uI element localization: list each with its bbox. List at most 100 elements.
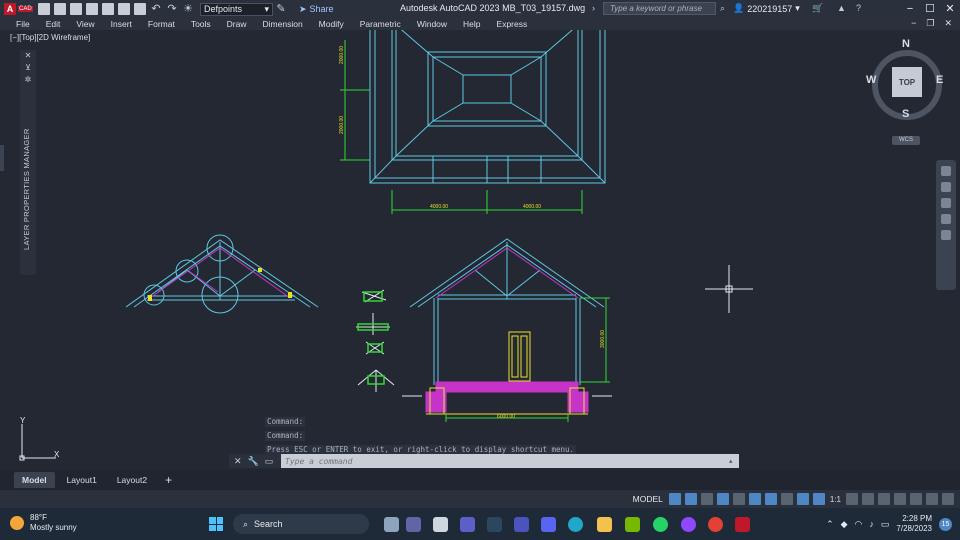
tab-model[interactable]: Model <box>14 472 55 488</box>
open-web-icon[interactable] <box>102 3 114 15</box>
binoculars-search-icon[interactable]: ⌕ <box>720 3 725 14</box>
close-icon[interactable]: ✕ <box>234 456 242 467</box>
drawing-viewport[interactable]: 2000.00 2000.00 4000.00 4000.00 3000.00 … <box>0 30 960 470</box>
command-input[interactable] <box>281 455 729 467</box>
volume-icon[interactable]: ♪ <box>869 519 874 529</box>
app-icon[interactable] <box>433 517 448 532</box>
application-menu-button[interactable]: A CAD <box>0 0 36 18</box>
menu-edit[interactable]: Edit <box>36 19 67 29</box>
steam-icon[interactable] <box>487 517 502 532</box>
save-icon[interactable] <box>70 3 82 15</box>
close-icon[interactable]: ✕ <box>20 50 36 62</box>
weather-widget[interactable]: 88°F Mostly sunny <box>10 513 77 533</box>
fullscreen-icon[interactable] <box>926 493 938 505</box>
drawing-canvas[interactable]: 2000.00 2000.00 4000.00 4000.00 3000.00 … <box>0 30 960 470</box>
whatsapp-icon[interactable] <box>653 517 668 532</box>
properties-icon[interactable]: ✲ <box>20 74 36 86</box>
clock[interactable]: 2:28 PM 7/28/2023 <box>896 514 932 534</box>
quick-properties-icon[interactable] <box>894 493 906 505</box>
auto-scale-icon[interactable] <box>812 493 825 505</box>
isolate-objects-icon[interactable] <box>910 493 922 505</box>
exchange-icon[interactable]: ▲ <box>837 3 846 13</box>
lineweight-icon[interactable] <box>780 493 793 505</box>
workspace-gear-icon[interactable] <box>846 493 858 505</box>
notification-badge[interactable]: 15 <box>939 517 952 531</box>
cart-icon[interactable]: 🛒 <box>812 3 823 14</box>
orbit-icon[interactable] <box>941 214 951 224</box>
taskbar-search[interactable]: ⌕ Search <box>233 514 369 534</box>
wcs-menu[interactable]: WCS <box>892 136 920 145</box>
model-space-toggle[interactable]: MODEL <box>633 494 663 504</box>
doc-minimize-icon[interactable]: − <box>911 18 916 29</box>
menu-modify[interactable]: Modify <box>309 19 350 29</box>
recent-commands-icon[interactable]: ▭ <box>265 456 274 467</box>
viewcube-top-face[interactable]: TOP <box>892 67 922 97</box>
autocad-icon[interactable] <box>735 517 750 532</box>
menu-insert[interactable]: Insert <box>101 19 138 29</box>
menu-window[interactable]: Window <box>407 19 453 29</box>
doc-restore-icon[interactable]: ❐ <box>926 18 934 29</box>
ortho-icon[interactable] <box>700 493 713 505</box>
share-button[interactable]: ➤ Share <box>299 4 334 15</box>
close-icon[interactable]: ✕ <box>940 0 960 18</box>
discord-icon[interactable] <box>541 517 556 532</box>
visual-studio-icon[interactable] <box>460 517 475 532</box>
teams-icon[interactable] <box>514 517 529 532</box>
steering-wheel-icon[interactable] <box>941 166 951 176</box>
viewport-controls-label[interactable]: [−][Top][2D Wireframe] <box>10 33 90 42</box>
wifi-icon[interactable]: ◠ <box>855 519 863 530</box>
annotation-scale[interactable]: 1:1 <box>830 495 841 504</box>
tab-layout1[interactable]: Layout1 <box>59 472 105 488</box>
layer-dropdown[interactable]: Defpoints ▾ <box>200 2 273 16</box>
match-properties-icon[interactable]: ✎ <box>275 3 287 15</box>
units-icon[interactable] <box>878 493 890 505</box>
save-web-icon[interactable] <box>118 3 130 15</box>
zoom-extents-icon[interactable] <box>941 198 951 208</box>
doc-close-icon[interactable]: ✕ <box>944 18 952 29</box>
save-as-icon[interactable] <box>86 3 98 15</box>
chevron-up-icon[interactable]: ⌃ <box>826 519 834 530</box>
palette-collapse-tab[interactable] <box>0 145 4 171</box>
open-file-icon[interactable] <box>54 3 66 15</box>
menu-view[interactable]: View <box>66 19 100 29</box>
start-button[interactable] <box>209 517 223 531</box>
layer-state-icon[interactable]: ☀ <box>182 3 194 15</box>
chrome-icon[interactable] <box>708 517 723 532</box>
app-icon[interactable] <box>681 517 696 532</box>
polar-icon[interactable] <box>716 493 729 505</box>
viewcube[interactable]: TOP N S E W <box>864 38 950 132</box>
pin-icon[interactable]: ⊻ <box>20 62 36 74</box>
object-snap-tracking-icon[interactable] <box>748 493 761 505</box>
file-explorer-icon[interactable] <box>597 517 612 532</box>
zoom-app-icon[interactable] <box>406 517 421 532</box>
showmotion-icon[interactable] <box>941 230 951 240</box>
add-layout-icon[interactable]: + <box>159 473 178 487</box>
grid-icon[interactable] <box>668 493 681 505</box>
menu-express[interactable]: Express <box>487 19 534 29</box>
annotation-visibility-icon[interactable] <box>796 493 809 505</box>
menu-dimension[interactable]: Dimension <box>253 19 309 29</box>
edge-icon[interactable] <box>568 517 583 532</box>
redo-icon[interactable]: ↷ <box>166 3 178 15</box>
chevron-up-icon[interactable]: ▴ <box>729 457 739 465</box>
task-view-icon[interactable] <box>384 517 399 532</box>
isodraft-icon[interactable] <box>732 493 745 505</box>
menu-help[interactable]: Help <box>453 19 486 29</box>
menu-draw[interactable]: Draw <box>217 19 253 29</box>
tab-layout2[interactable]: Layout2 <box>109 472 155 488</box>
plot-icon[interactable] <box>134 3 146 15</box>
snap-icon[interactable] <box>684 493 697 505</box>
menu-file[interactable]: File <box>0 19 36 29</box>
menu-parametric[interactable]: Parametric <box>350 19 407 29</box>
help-search-input[interactable]: Type a keyword or phrase <box>603 2 716 15</box>
maximize-icon[interactable]: ☐ <box>920 0 940 18</box>
customization-menu-icon[interactable] <box>942 493 954 505</box>
new-file-icon[interactable] <box>38 3 50 15</box>
nvidia-icon[interactable] <box>625 517 640 532</box>
pan-icon[interactable] <box>941 182 951 192</box>
object-snap-icon[interactable] <box>764 493 777 505</box>
battery-icon[interactable]: ▭ <box>881 519 890 530</box>
annotation-monitor-icon[interactable] <box>862 493 874 505</box>
menu-format[interactable]: Format <box>138 19 181 29</box>
nvidia-tray-icon[interactable]: ◆ <box>841 519 848 530</box>
